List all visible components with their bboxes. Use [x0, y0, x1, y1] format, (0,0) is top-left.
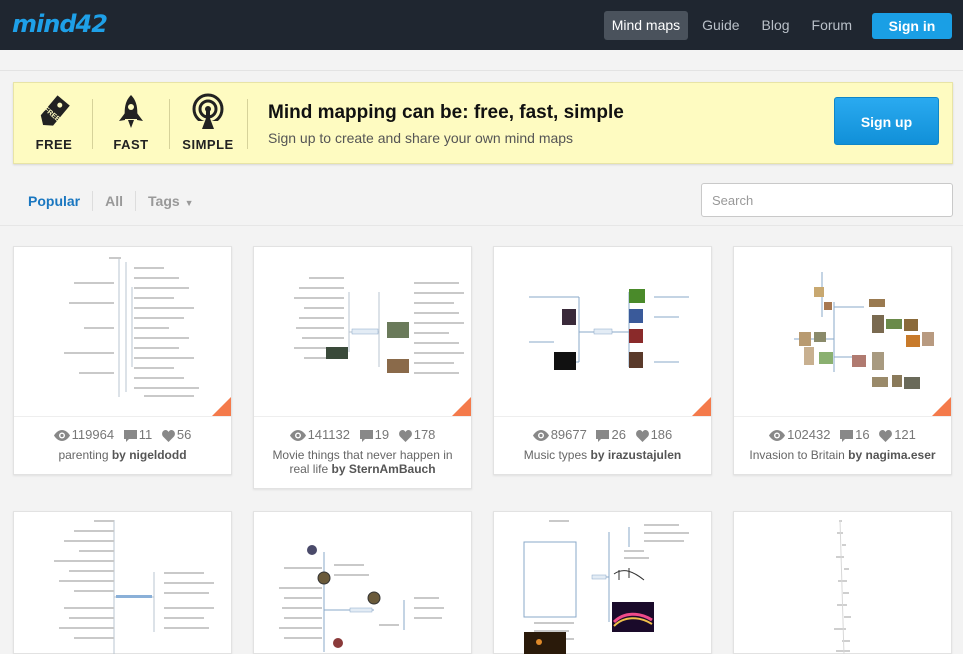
view-count: 141132 — [307, 427, 350, 442]
by-label: by — [111, 448, 126, 462]
by-label: by — [590, 448, 605, 462]
rocket-icon — [119, 95, 143, 128]
filter-popular[interactable]: Popular — [28, 193, 92, 209]
mindmap-thumbnail[interactable] — [254, 512, 471, 654]
view-count: 119964 — [71, 427, 115, 442]
card-caption[interactable]: Invasion to Britain by nagima.eser — [734, 443, 951, 462]
feature-fast-label: FAST — [113, 137, 149, 152]
banner-title: Mind mapping can be: free, fast, simple — [268, 102, 624, 123]
eye-icon — [769, 430, 786, 442]
heart-icon — [635, 429, 649, 442]
card-author[interactable]: irazustajulen — [608, 448, 681, 462]
comment-count: 11 — [138, 427, 153, 442]
feature-divider — [169, 99, 170, 149]
sign-in-button[interactable]: Sign in — [872, 12, 952, 39]
card-stats: 89677 26 186 — [494, 427, 711, 443]
card-corner-badge — [212, 397, 231, 416]
filter-tags-label: Tags — [148, 193, 180, 209]
comment-count: 16 — [855, 427, 870, 442]
nav-forum[interactable]: Forum — [804, 11, 860, 40]
header-divider — [0, 70, 963, 71]
mindmap-thumbnail[interactable] — [254, 247, 471, 417]
card-author[interactable]: nagima.eser — [866, 448, 936, 462]
mindmap-card[interactable]: 102432 16 121 Invasion to Britain by nag… — [733, 246, 952, 475]
broadcast-icon — [192, 93, 224, 131]
mindmap-thumbnail[interactable] — [734, 247, 951, 417]
card-corner-badge — [932, 397, 951, 416]
card-title: parenting — [58, 448, 109, 462]
card-title: Music types — [523, 448, 588, 462]
card-stats: 102432 16 121 — [734, 427, 951, 443]
mindmap-thumbnail[interactable] — [14, 512, 231, 654]
comment-icon — [840, 429, 854, 442]
view-count: 102432 — [787, 427, 831, 442]
main-nav: Mind maps Guide Blog Forum Sign in — [603, 11, 963, 40]
tag-icon: FREE — [40, 95, 70, 126]
feature-fast: FAST — [101, 93, 161, 152]
like-count: 178 — [413, 427, 436, 442]
content-divider — [0, 225, 963, 226]
nav-mind-maps[interactable]: Mind maps — [603, 11, 689, 40]
nav-guide[interactable]: Guide — [694, 11, 747, 40]
feature-simple-label: SIMPLE — [182, 137, 234, 152]
mindmap-card[interactable] — [13, 511, 232, 654]
mindmap-thumbnail[interactable] — [494, 512, 711, 654]
feature-free: FREE FREE — [24, 93, 84, 152]
filter-all[interactable]: All — [93, 193, 135, 209]
mindmap-thumbnail[interactable] — [494, 247, 711, 417]
card-caption[interactable]: Music types by irazustajulen — [494, 443, 711, 462]
by-label: by — [331, 462, 346, 476]
promo-banner: FREE FREE FAST SIMPLE Mind mapping can b… — [13, 82, 953, 164]
filter-tags[interactable]: Tags ▼ — [136, 193, 206, 209]
mindmap-card[interactable] — [493, 511, 712, 654]
like-count: 56 — [176, 427, 192, 442]
mindmap-card[interactable]: 141132 19 178 Movie things that never ha… — [253, 246, 472, 489]
eye-icon — [53, 430, 70, 442]
mindmap-card[interactable] — [733, 511, 952, 654]
like-count: 121 — [894, 427, 916, 442]
by-label: by — [848, 448, 863, 462]
mindmap-thumbnail[interactable] — [734, 512, 951, 654]
nav-blog[interactable]: Blog — [754, 11, 798, 40]
comment-count: 26 — [611, 427, 626, 442]
card-caption[interactable]: Movie things that never happen in real l… — [254, 443, 471, 476]
card-stats: 141132 19 178 — [254, 427, 471, 443]
card-stats: 119964 11 56 — [14, 427, 231, 443]
chevron-down-icon: ▼ — [184, 198, 194, 208]
comment-icon — [123, 429, 137, 442]
feature-divider — [92, 99, 93, 149]
top-navbar: mind42 Mind maps Guide Blog Forum Sign i… — [0, 0, 963, 50]
filter-tabs: Popular All Tags ▼ — [28, 191, 206, 211]
card-caption[interactable]: parenting by nigeldodd — [14, 443, 231, 462]
feature-free-label: FREE — [35, 137, 73, 152]
mindmap-card[interactable]: 119964 11 56 parenting by nigeldodd — [13, 246, 232, 475]
heart-icon — [879, 429, 893, 442]
comment-icon — [359, 429, 373, 442]
card-title: Invasion to Britain — [749, 448, 845, 462]
sign-up-button[interactable]: Sign up — [834, 97, 939, 145]
card-corner-badge — [692, 397, 711, 416]
card-author[interactable]: nigeldodd — [129, 448, 186, 462]
like-count: 186 — [650, 427, 673, 442]
comment-icon — [596, 429, 610, 442]
mindmap-card[interactable]: 89677 26 186 Music types by irazustajule… — [493, 246, 712, 475]
heart-icon — [398, 429, 412, 442]
feature-simple: SIMPLE — [178, 93, 238, 152]
comment-count: 19 — [374, 427, 390, 442]
mindmap-thumbnail[interactable] — [14, 247, 231, 417]
heart-icon — [161, 429, 175, 442]
view-count: 89677 — [550, 427, 587, 442]
card-author[interactable]: SternAmBauch — [349, 462, 436, 476]
feature-divider — [247, 99, 248, 149]
banner-subtitle: Sign up to create and share your own min… — [268, 130, 574, 146]
mindmap-card[interactable] — [253, 511, 472, 654]
mind42-logo[interactable]: mind42 — [12, 10, 108, 38]
eye-icon — [289, 430, 306, 442]
card-corner-badge — [452, 397, 471, 416]
search-input[interactable] — [701, 183, 953, 217]
eye-icon — [532, 430, 549, 442]
